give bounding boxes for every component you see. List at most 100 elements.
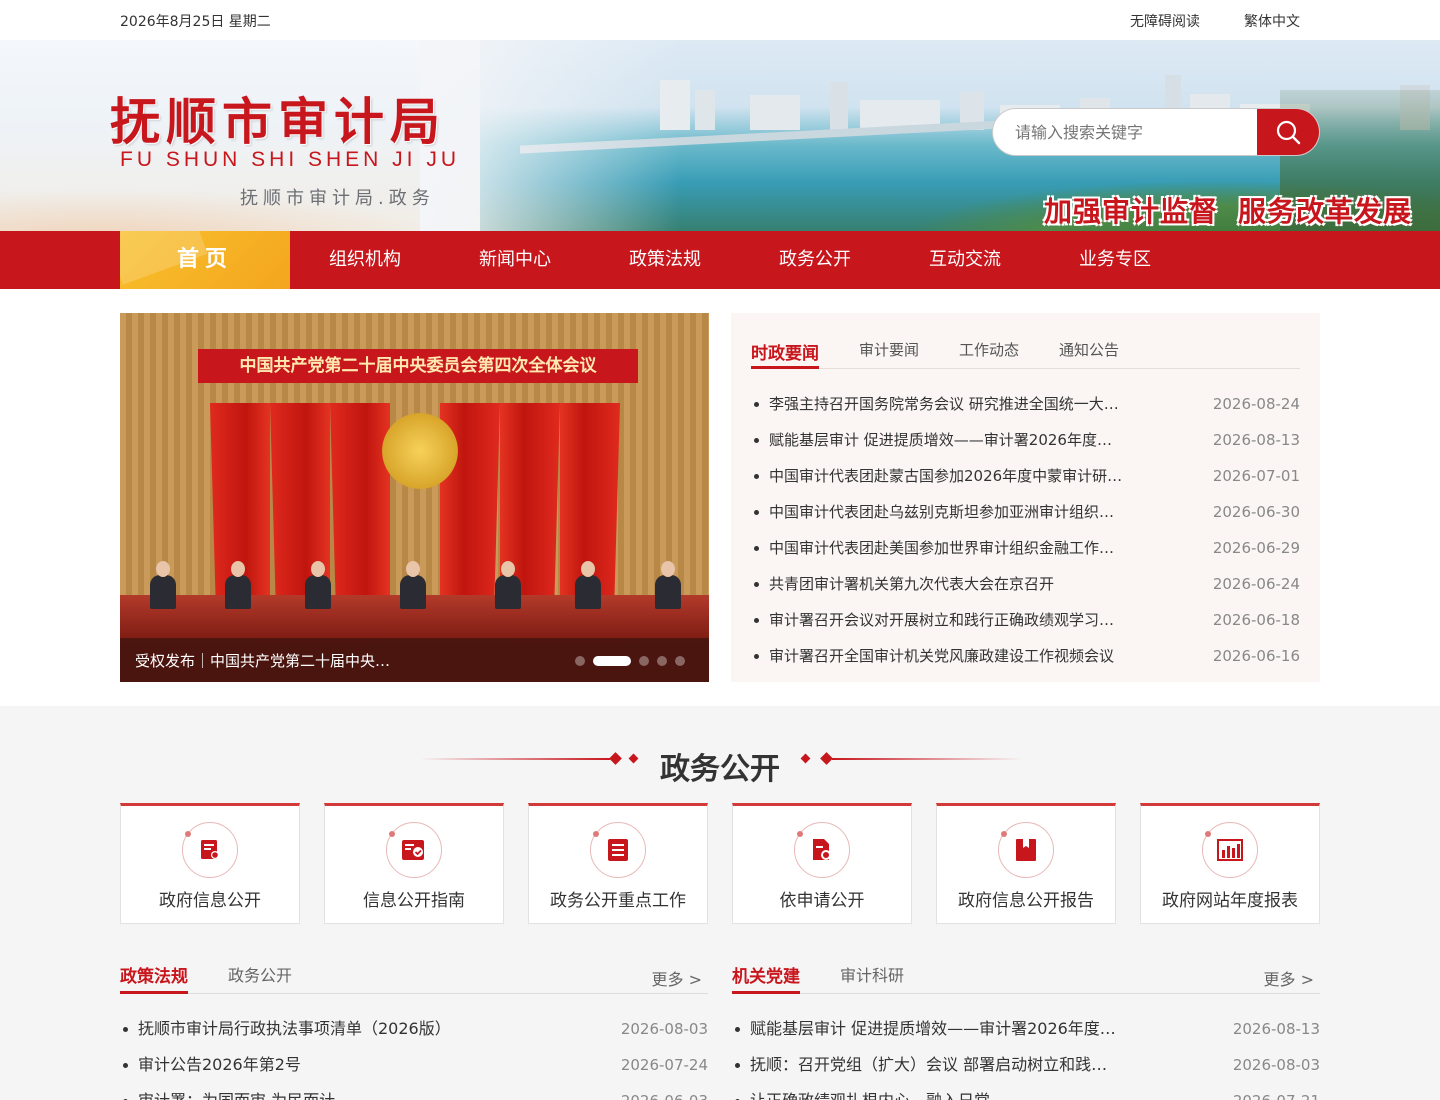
news-date: 2026-06-29: [1212, 539, 1300, 557]
news-tabs: 时政要闻 审计要闻 工作动态 通知公告: [751, 339, 1300, 369]
tab-gov-affairs[interactable]: 政务公开: [228, 962, 292, 994]
person-figure: [575, 561, 601, 609]
list-item: 审计署召开全国审计机关党风廉政建设工作视频会议 2026-06-16: [751, 643, 1300, 679]
card-key-work[interactable]: 政务公开重点工作: [528, 803, 708, 924]
tab-work-updates[interactable]: 工作动态: [959, 339, 1019, 369]
party-building-column: 机关党建 审计科研 更多 > 赋能基层审计 促进提质增效——审计署2026年度……: [732, 962, 1320, 1100]
list-item: 中国审计代表团赴乌兹别克斯坦参加亚洲审计组织… 2026-06-30: [751, 499, 1300, 535]
party-tabs: 机关党建 审计科研 更多 >: [732, 962, 1320, 994]
nav-item-business[interactable]: 业务专区: [1040, 231, 1190, 289]
news-title[interactable]: 共青团审计署机关第九次代表大会在京召开: [751, 571, 1141, 607]
news-panel: 时政要闻 审计要闻 工作动态 通知公告 李强主持召开国务院常务会议 研究推进全国…: [731, 313, 1320, 682]
carousel-dot[interactable]: [639, 656, 649, 666]
ring-dot: [1001, 831, 1007, 837]
tab-audit-research[interactable]: 审计科研: [840, 962, 904, 994]
news-date: 2026-06-16: [1212, 647, 1300, 665]
news-date: 2026-07-01: [1212, 467, 1300, 485]
slogan-part-1: 加强审计监督: [1043, 195, 1218, 228]
news-title[interactable]: 赋能基层审计 促进提质增效——审计署2026年度…: [751, 427, 1141, 463]
nav-item-policy[interactable]: 政策法规: [590, 231, 740, 289]
site-title-english: FU SHUN SHI SHEN JI JU: [120, 148, 461, 171]
carousel-dots: [575, 656, 685, 666]
news-title[interactable]: 中国审计代表团赴蒙古国参加2026年度中蒙审计研…: [751, 463, 1141, 499]
list-item: 中国审计代表团赴美国参加世界审计组织金融工作… 2026-06-29: [751, 535, 1300, 571]
card-gov-info-disclosure[interactable]: 政府信息公开: [120, 803, 300, 924]
ring-dot: [593, 831, 599, 837]
news-date: 2026-08-13: [1212, 431, 1300, 449]
more-link[interactable]: 更多 >: [1264, 966, 1315, 998]
nav-item-home[interactable]: 首页: [120, 231, 290, 289]
hero-caption[interactable]: 受权发布｜中国共产党第二十届中央…: [135, 650, 390, 671]
card-disclosure-guide[interactable]: 信息公开指南: [324, 803, 504, 924]
news-title[interactable]: 审计署召开全国审计机关党风廉政建设工作视频会议: [751, 643, 1141, 679]
item-date: 2026-08-13: [1232, 1020, 1320, 1038]
card-label: 政务公开重点工作: [550, 891, 686, 911]
item-title[interactable]: 审计公告2026年第2号: [120, 1050, 560, 1086]
card-icon-ring: [794, 822, 850, 878]
list-item: 审计公告2026年第2号 2026-07-24: [120, 1050, 708, 1086]
tab-policy[interactable]: 政策法规: [120, 962, 188, 994]
gov-affairs-section: 政务公开 政府信息公开 信息公开指南 政务公开重点工作 依申请公开 政府信息公开…: [0, 706, 1440, 1100]
item-title[interactable]: 审计署：为国而审 为民而计: [120, 1086, 560, 1100]
nav-item-organization[interactable]: 组织机构: [290, 231, 440, 289]
ring-dot: [185, 831, 191, 837]
item-title[interactable]: 赋能基层审计 促进提质增效——审计署2026年度…: [732, 1014, 1172, 1050]
list-item: 抚顺市审计局行政执法事项清单（2026版） 2026-08-03: [120, 1014, 708, 1050]
hero-carousel[interactable]: 中国共产党第二十届中央委员会第四次全体会议 受权发布｜中国共产党第二十届中央…: [120, 313, 709, 682]
tab-current-affairs[interactable]: 时政要闻: [751, 339, 819, 369]
card-disclosure-report[interactable]: 政府信息公开报告: [936, 803, 1116, 924]
search-button[interactable]: [1257, 109, 1319, 155]
top-links: 无障碍阅读 繁体中文: [1130, 11, 1300, 31]
policy-list: 抚顺市审计局行政执法事项清单（2026版） 2026-08-03 审计公告2026…: [120, 1014, 708, 1100]
item-title[interactable]: 让正确政绩观扎根内心、融入日常: [732, 1086, 1172, 1100]
main-nav: 首页 组织机构 新闻中心 政策法规 政务公开 互动交流 业务专区: [0, 231, 1440, 289]
carousel-dot[interactable]: [575, 656, 585, 666]
accessibility-link[interactable]: 无障碍阅读: [1130, 11, 1200, 31]
news-date: 2026-06-24: [1212, 575, 1300, 593]
carousel-dot-active[interactable]: [593, 656, 631, 666]
carousel-dot[interactable]: [657, 656, 667, 666]
tab-audit-news[interactable]: 审计要闻: [859, 339, 919, 369]
news-title[interactable]: 中国审计代表团赴美国参加世界审计组织金融工作…: [751, 535, 1141, 571]
section-title: 政务公开: [660, 752, 780, 787]
list-item: 让正确政绩观扎根内心、融入日常 2026-07-21: [732, 1086, 1320, 1100]
person-figure: [150, 561, 176, 609]
carousel-dot[interactable]: [675, 656, 685, 666]
policy-tabs: 政策法规 政务公开 更多 >: [120, 962, 708, 994]
top-bar: 2026年8月25日 星期二 无障碍阅读 繁体中文: [0, 0, 1440, 40]
item-title[interactable]: 抚顺：召开党组（扩大）会议 部署启动树立和践…: [732, 1050, 1172, 1086]
party-list: 赋能基层审计 促进提质增效——审计署2026年度… 2026-08-13 抚顺：召…: [732, 1014, 1320, 1100]
person-figure: [655, 561, 681, 609]
news-title[interactable]: 中国审计代表团赴乌兹别克斯坦参加亚洲审计组织…: [751, 499, 1141, 535]
search-input[interactable]: [993, 109, 1259, 155]
news-list: 李强主持召开国务院常务会议 研究推进全国统一大… 2026-08-24 赋能基层审…: [751, 391, 1300, 679]
traditional-chinese-link[interactable]: 繁体中文: [1244, 11, 1300, 31]
card-annual-report[interactable]: 政府网站年度报表: [1140, 803, 1320, 924]
news-title[interactable]: 李强主持召开国务院常务会议 研究推进全国统一大…: [751, 391, 1141, 427]
search-icon: [1276, 120, 1301, 145]
site-banner: 抚顺市审计局 FU SHUN SHI SHEN JI JU 抚顺市审计局.政务 …: [0, 40, 1440, 231]
guide-check-icon: [402, 840, 424, 860]
nav-item-gov-affairs[interactable]: 政务公开: [740, 231, 890, 289]
banner-slogan: 加强审计监督 服务改革发展: [1044, 190, 1412, 230]
site-title: 抚顺市审计局: [110, 92, 446, 151]
list-item: 共青团审计署机关第九次代表大会在京召开 2026-06-24: [751, 571, 1300, 607]
list-item: 赋能基层审计 促进提质增效——审计署2026年度… 2026-08-13: [751, 427, 1300, 463]
file-application-icon: [813, 839, 831, 860]
card-label: 信息公开指南: [363, 891, 465, 911]
tab-party-building[interactable]: 机关党建: [732, 962, 800, 994]
more-link[interactable]: 更多 >: [652, 966, 703, 998]
tab-notices[interactable]: 通知公告: [1059, 339, 1119, 369]
nav-item-interaction[interactable]: 互动交流: [890, 231, 1040, 289]
card-icon-ring: [1202, 822, 1258, 878]
news-date: 2026-06-18: [1212, 611, 1300, 629]
card-icon-ring: [590, 822, 646, 878]
nav-item-news[interactable]: 新闻中心: [440, 231, 590, 289]
search-box: [992, 108, 1320, 156]
item-date: 2026-08-03: [620, 1020, 708, 1038]
item-title[interactable]: 抚顺市审计局行政执法事项清单（2026版）: [120, 1014, 560, 1050]
card-label: 依申请公开: [779, 891, 865, 911]
news-title[interactable]: 审计署召开会议对开展树立和践行正确政绩观学习…: [751, 607, 1141, 643]
card-application-disclosure[interactable]: 依申请公开: [732, 803, 912, 924]
list-item: 审计署召开会议对开展树立和践行正确政绩观学习… 2026-06-18: [751, 607, 1300, 643]
